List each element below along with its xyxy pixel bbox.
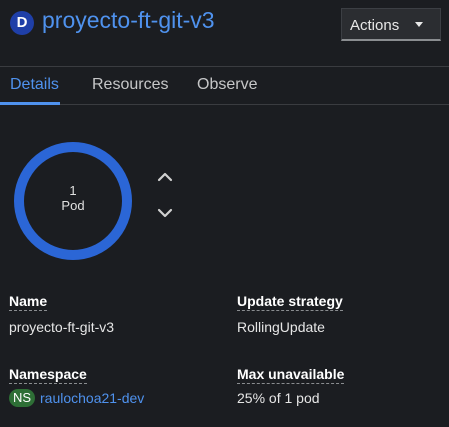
actions-dropdown-button[interactable]: Actions (341, 8, 441, 41)
resource-type-badge: D (10, 11, 34, 35)
tab-observe[interactable]: Observe (197, 76, 257, 94)
max-unavailable-label: Max unavailable (237, 366, 345, 384)
tab-resources[interactable]: Resources (92, 76, 168, 94)
update-strategy-label: Update strategy (237, 293, 343, 311)
namespace-badge: NS (9, 389, 36, 407)
actions-label: Actions (350, 17, 400, 34)
caret-down-icon (415, 22, 423, 27)
namespace-link[interactable]: raulochoa21-dev (40, 390, 144, 406)
tab-details[interactable]: Details (10, 76, 59, 94)
namespace-label: Namespace (9, 366, 87, 384)
name-label: Name (9, 293, 48, 311)
chevron-up-icon[interactable] (157, 170, 173, 184)
page-header: D proyecto-ft-git-v3 Actions (0, 0, 449, 66)
update-strategy-value: RollingUpdate (237, 319, 325, 335)
chevron-down-icon[interactable] (157, 206, 173, 220)
tab-bar: Details Resources Observe (0, 67, 449, 105)
page-title: proyecto-ft-git-v3 (42, 7, 215, 33)
active-tab-indicator (0, 102, 60, 105)
max-unavailable-value: 25% of 1 pod (237, 390, 320, 406)
pod-label: Pod (61, 198, 85, 213)
pod-count: 1 (69, 183, 77, 198)
name-value: proyecto-ft-git-v3 (9, 319, 115, 335)
